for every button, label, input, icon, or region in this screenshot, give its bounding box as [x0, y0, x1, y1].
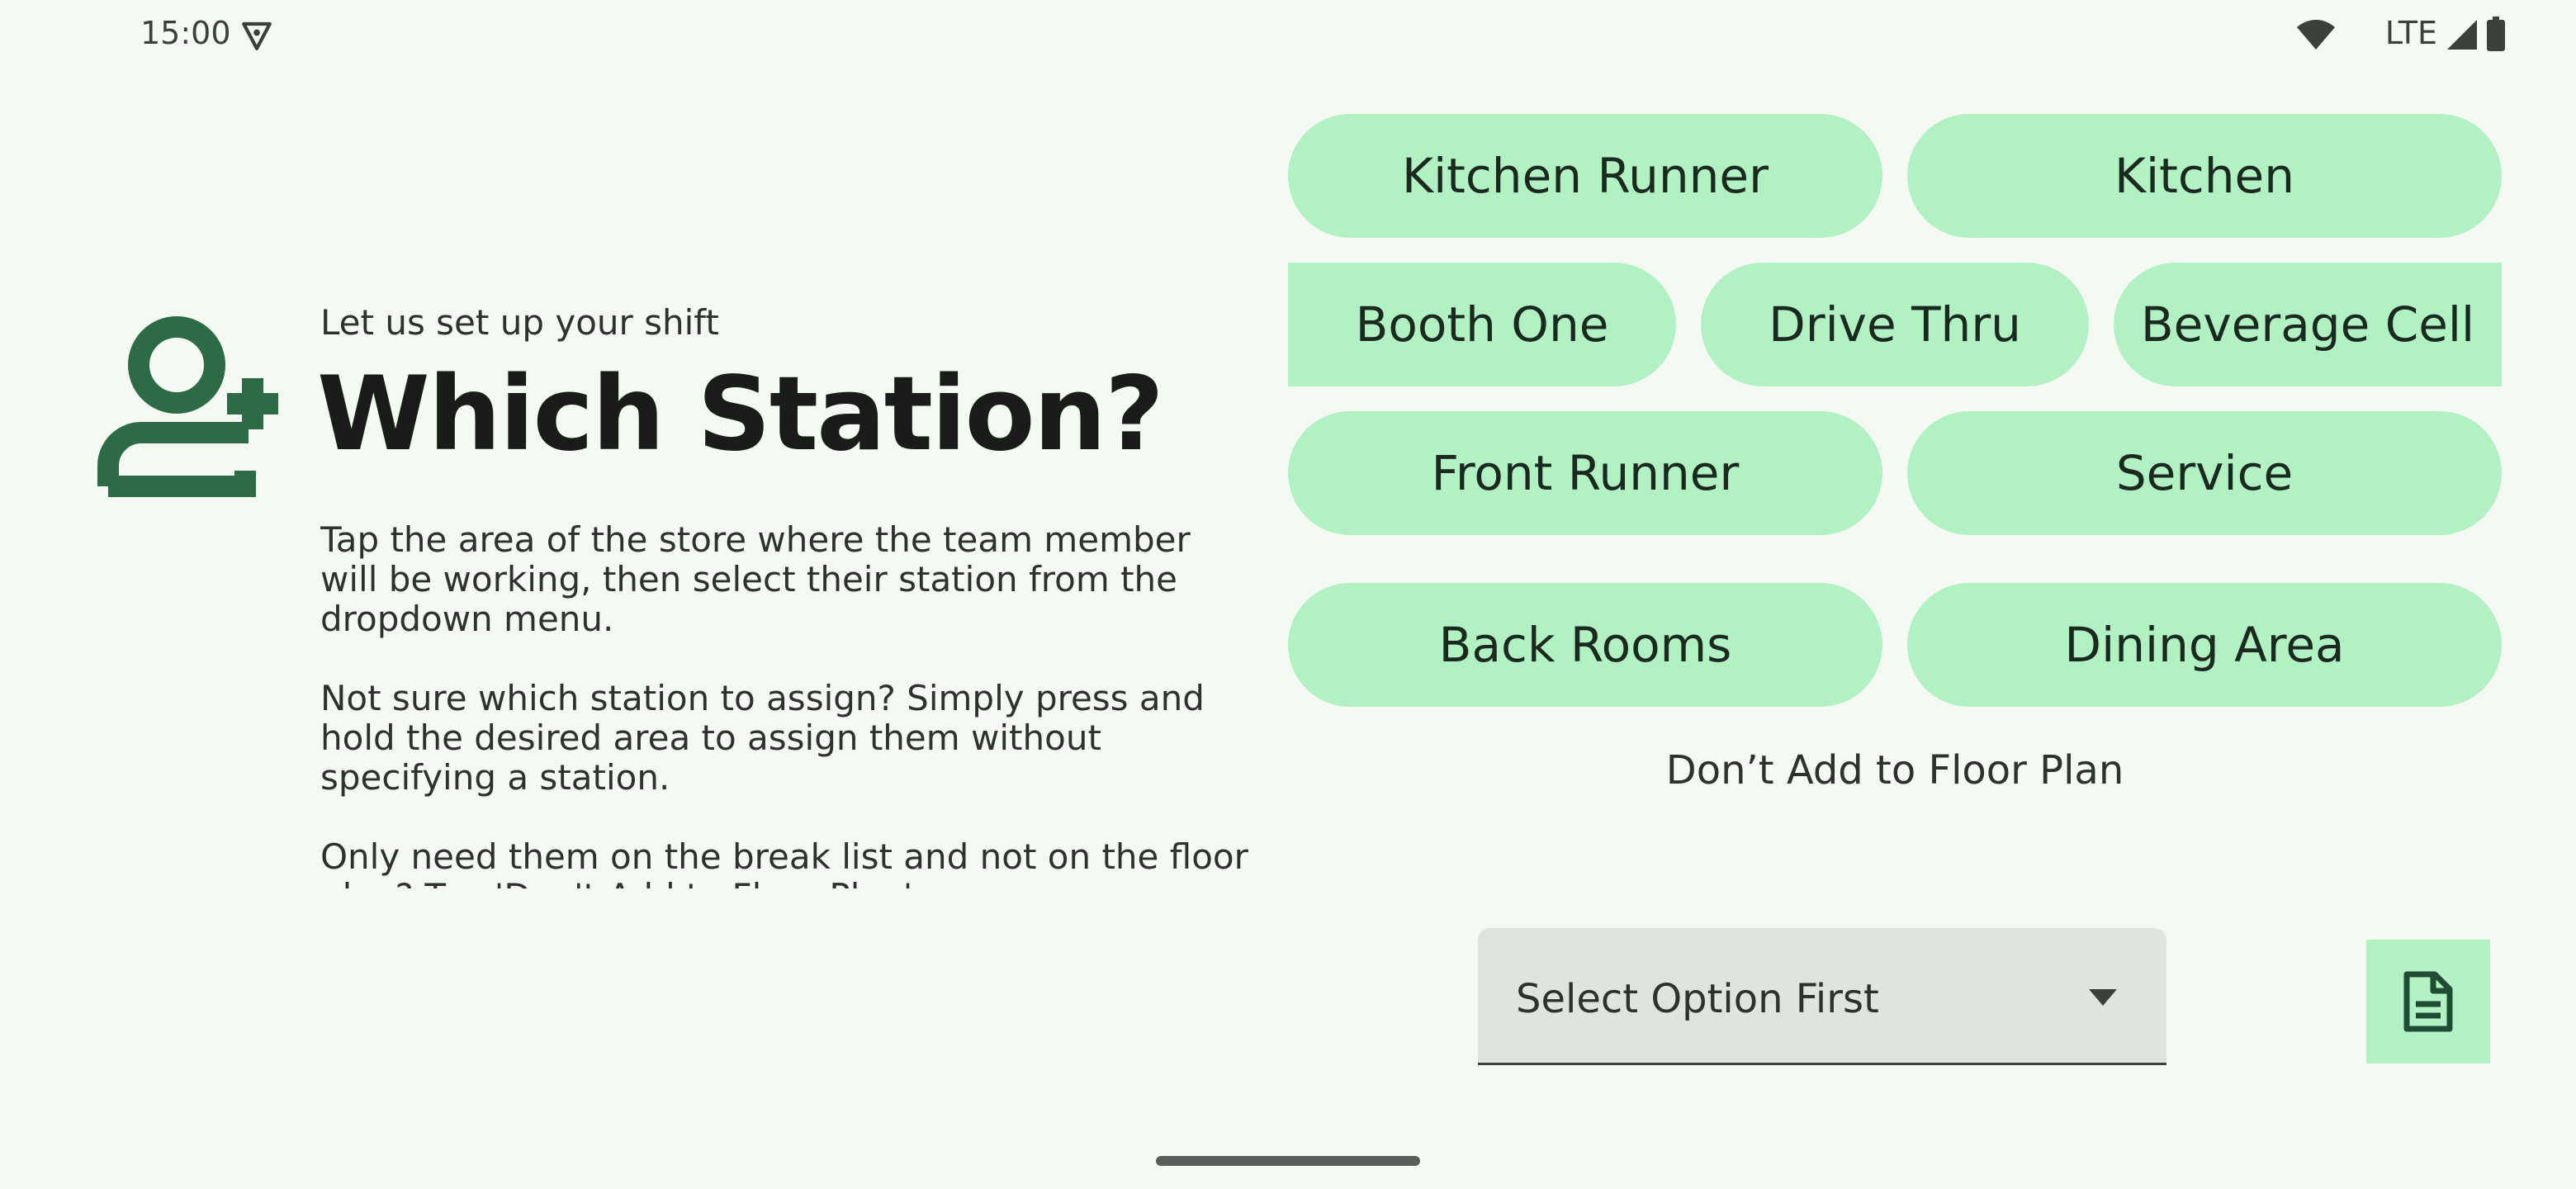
dont-add-to-floor-plan-button[interactable]: Don’t Add to Floor Plan: [1288, 747, 2502, 793]
area-kitchen-runner-button[interactable]: Kitchen Runner: [1288, 114, 1882, 238]
station-select-value: Select Option First: [1516, 976, 1879, 1022]
network-type: LTE: [2384, 15, 2437, 51]
area-beverage-cell-button[interactable]: Beverage Cell: [2114, 263, 2502, 386]
battery-icon: [2487, 17, 2505, 51]
status-time: 15:00: [140, 15, 231, 51]
wifi-icon: [2297, 20, 2335, 50]
document-icon: [2403, 971, 2453, 1032]
area-kitchen-button[interactable]: Kitchen: [1907, 114, 2502, 238]
page-title: Which Station?: [317, 355, 1164, 474]
page-subtitle: Let us set up your shift: [320, 302, 719, 343]
area-dining-area-button[interactable]: Dining Area: [1907, 583, 2502, 707]
instructions-paragraph: Not sure which station to assign? Simply…: [320, 678, 1205, 798]
area-service-button[interactable]: Service: [1907, 411, 2502, 535]
area-front-runner-button[interactable]: Front Runner: [1288, 411, 1882, 535]
station-select[interactable]: Select Option First: [1478, 928, 2166, 1065]
area-drive-thru-button[interactable]: Drive Thru: [1701, 263, 2089, 386]
person-add-icon: [97, 316, 278, 497]
instructions-paragraph: Only need them on the break list and not…: [320, 836, 1248, 889]
home-indicator[interactable]: [1156, 1156, 1420, 1166]
instructions: Tap the area of the store where the team…: [320, 520, 1253, 888]
vpn-icon: [242, 21, 272, 50]
dropdown-arrow-icon: [2089, 989, 2117, 1006]
signal-icon: [2447, 20, 2477, 50]
area-back-rooms-button[interactable]: Back Rooms: [1288, 583, 1882, 707]
document-button[interactable]: [2366, 940, 2490, 1063]
area-booth-one-button[interactable]: Booth One: [1288, 263, 1676, 386]
instructions-paragraph: Tap the area of the store where the team…: [320, 520, 1191, 639]
